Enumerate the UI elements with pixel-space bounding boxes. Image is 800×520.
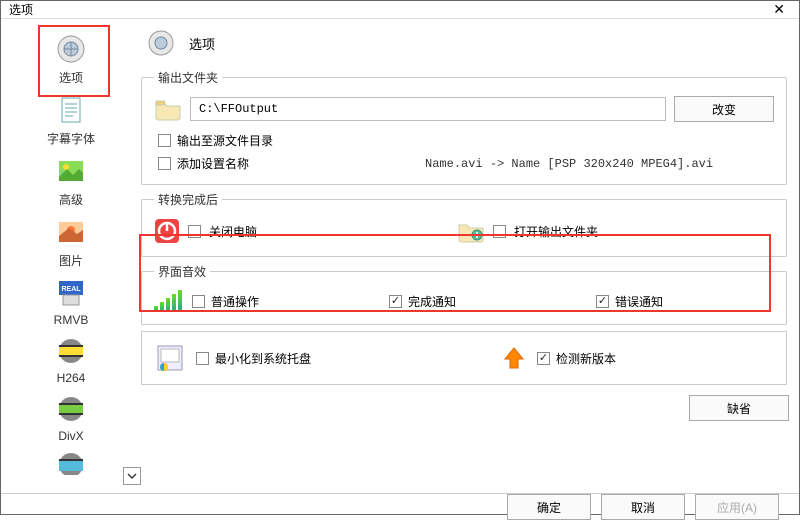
output-to-source-row: 输出至源文件目录 bbox=[158, 132, 774, 149]
film-green-icon bbox=[55, 393, 87, 425]
checkbox-label: 添加设置名称 bbox=[177, 155, 249, 172]
checkbox-sound-done[interactable] bbox=[389, 295, 402, 308]
tray-icon bbox=[154, 342, 186, 374]
close-button[interactable]: ✕ bbox=[767, 1, 791, 18]
ok-button[interactable]: 确定 bbox=[507, 494, 591, 520]
after-convert-group: 转换完成后 关闭电脑 打开输出 bbox=[141, 191, 787, 257]
checkbox-label: 检测新版本 bbox=[556, 350, 616, 367]
page-title: 选项 bbox=[189, 34, 215, 53]
output-path-input[interactable] bbox=[190, 97, 666, 121]
naming-example: Name.avi -> Name [PSP 320x240 MPEG4].avi bbox=[425, 157, 713, 171]
dialog-footer: 确定 取消 应用(A) bbox=[1, 493, 799, 520]
change-button[interactable]: 改变 bbox=[674, 96, 774, 122]
checkbox-open-output[interactable] bbox=[493, 225, 506, 238]
sidebar-item-rmvb[interactable]: REAL RMVB bbox=[41, 273, 101, 331]
sidebar-item-picture[interactable]: 图片 bbox=[41, 212, 101, 273]
sidebar-item-label: 图片 bbox=[59, 252, 83, 269]
checkbox-check-update[interactable] bbox=[537, 352, 550, 365]
output-legend: 输出文件夹 bbox=[154, 69, 222, 86]
checkbox-label: 完成通知 bbox=[408, 293, 456, 310]
titlebar: 选项 ✕ bbox=[1, 1, 799, 19]
main-header: 选项 bbox=[141, 25, 787, 63]
sidebar-item-label: 字幕字体 bbox=[47, 130, 95, 147]
checkbox-label: 关闭电脑 bbox=[209, 223, 257, 240]
sidebar-item-label: RMVB bbox=[54, 313, 89, 327]
sidebar-item-advanced[interactable]: 高级 bbox=[41, 151, 101, 212]
sidebar-item-label: H264 bbox=[57, 371, 86, 385]
checkbox-add-setting-name[interactable] bbox=[158, 157, 171, 170]
after-legend: 转换完成后 bbox=[154, 191, 222, 208]
gear-globe-icon bbox=[55, 33, 87, 65]
after-row: 关闭电脑 打开输出文件夹 bbox=[154, 218, 774, 244]
sidebar-item-options[interactable]: 选项 bbox=[41, 29, 101, 90]
sound-error-group: 错误通知 bbox=[596, 293, 663, 310]
window-title: 选项 bbox=[9, 1, 33, 18]
checkbox-sound-normal[interactable] bbox=[192, 295, 205, 308]
picture-green-icon bbox=[55, 155, 87, 187]
arrow-up-icon bbox=[501, 345, 527, 371]
options-dialog: 选项 ✕ 选项 字幕字体 高级 bbox=[0, 0, 800, 515]
tray-group: 最小化到系统托盘 bbox=[196, 350, 311, 367]
sidebar-scroll-down[interactable] bbox=[123, 467, 141, 485]
checkbox-label: 普通操作 bbox=[211, 293, 259, 310]
checkbox-minimize-tray[interactable] bbox=[196, 352, 209, 365]
sidebar-item-h264[interactable]: H264 bbox=[41, 331, 101, 389]
sidebar-item-label: DivX bbox=[58, 429, 83, 443]
update-group: 检测新版本 bbox=[537, 350, 616, 367]
sidebar-item-label: 选项 bbox=[59, 69, 83, 86]
document-icon bbox=[55, 94, 87, 126]
shutdown-group: 关闭电脑 bbox=[154, 218, 257, 244]
sidebar-item-label: 高级 bbox=[59, 191, 83, 208]
output-path-row: 改变 bbox=[154, 96, 774, 122]
open-folder-group: 打开输出文件夹 bbox=[457, 219, 598, 243]
dialog-body: 选项 字幕字体 高级 图片 bbox=[1, 19, 799, 493]
svg-text:REAL: REAL bbox=[61, 286, 81, 293]
output-folder-group: 输出文件夹 改变 输出至源文件目录 添加设置名称 Name.avi -> Nam… bbox=[141, 69, 787, 185]
gear-globe-icon bbox=[145, 29, 177, 57]
checkbox-label: 错误通知 bbox=[615, 293, 663, 310]
apply-button[interactable]: 应用(A) bbox=[695, 494, 779, 520]
sidebar-item-more[interactable] bbox=[41, 443, 101, 483]
main-panel: 选项 输出文件夹 改变 输出至源文件目录 添加设置名称 bbox=[141, 19, 799, 493]
sidebar-item-subtitle-font[interactable]: 字幕字体 bbox=[41, 90, 101, 151]
folder-icon bbox=[154, 97, 182, 121]
folder-open-icon bbox=[457, 219, 485, 243]
misc-group: 最小化到系统托盘 检测新版本 bbox=[141, 331, 787, 385]
checkbox-label: 输出至源文件目录 bbox=[177, 132, 273, 149]
checkbox-sound-error[interactable] bbox=[596, 295, 609, 308]
sound-bars-icon bbox=[154, 290, 182, 312]
default-button[interactable]: 缺省 bbox=[689, 395, 789, 421]
checkbox-label: 打开输出文件夹 bbox=[514, 223, 598, 240]
sidebar: 选项 字幕字体 高级 图片 bbox=[1, 19, 141, 493]
real-icon: REAL bbox=[55, 277, 87, 309]
sidebar-item-divx[interactable]: DivX bbox=[41, 389, 101, 447]
misc-wrap: 最小化到系统托盘 检测新版本 缺省 bbox=[141, 331, 787, 385]
ui-sound-group: 界面音效 普通操作 bbox=[141, 263, 787, 325]
checkbox-output-to-source[interactable] bbox=[158, 134, 171, 147]
power-icon bbox=[154, 218, 180, 244]
sound-legend: 界面音效 bbox=[154, 263, 210, 280]
film-blue-icon bbox=[55, 447, 87, 479]
add-setting-name-row: 添加设置名称 Name.avi -> Name [PSP 320x240 MPE… bbox=[158, 155, 774, 172]
sound-done-group: 完成通知 bbox=[389, 293, 456, 310]
checkbox-shutdown[interactable] bbox=[188, 225, 201, 238]
cancel-button[interactable]: 取消 bbox=[601, 494, 685, 520]
sound-normal-group: 普通操作 bbox=[192, 293, 259, 310]
sound-row: 普通操作 完成通知 错误通知 bbox=[154, 290, 774, 312]
checkbox-label: 最小化到系统托盘 bbox=[215, 350, 311, 367]
film-yellow-icon bbox=[55, 335, 87, 367]
picture-sunset-icon bbox=[55, 216, 87, 248]
